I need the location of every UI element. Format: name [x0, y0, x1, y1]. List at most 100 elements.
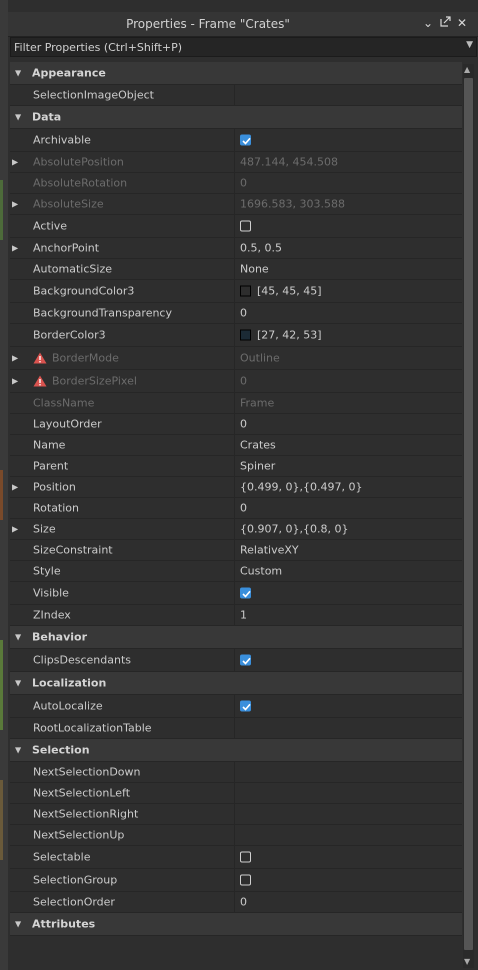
property-row[interactable]: Style Custom — [10, 561, 462, 582]
scrollbar-thumb[interactable] — [464, 78, 473, 950]
property-row[interactable]: ClipsDescendants — [10, 649, 462, 672]
property-value[interactable] — [240, 587, 251, 599]
property-value[interactable] — [240, 220, 251, 232]
column-divider[interactable] — [234, 498, 235, 518]
property-value[interactable]: 1 — [240, 609, 247, 622]
property-row[interactable]: NextSelectionUp — [10, 825, 462, 846]
scrollbar[interactable]: ▲ ▼ — [463, 64, 474, 968]
column-divider[interactable] — [234, 892, 235, 912]
section-header[interactable]: ▼ Attributes — [10, 913, 462, 936]
expand-arrow-icon[interactable]: ▶ — [12, 354, 18, 363]
column-divider[interactable] — [234, 718, 235, 738]
collapse-arrow-icon[interactable]: ▼ — [15, 113, 21, 122]
column-divider[interactable] — [234, 456, 235, 476]
checkbox-checked[interactable] — [240, 134, 251, 146]
property-value[interactable]: 0.5, 0.5 — [240, 242, 282, 255]
filter-input[interactable] — [14, 39, 454, 55]
collapse-arrow-icon[interactable]: ▼ — [15, 920, 21, 929]
color-swatch[interactable] — [240, 329, 251, 341]
property-value[interactable] — [240, 654, 251, 666]
property-row[interactable]: Selectable — [10, 846, 462, 869]
column-divider[interactable] — [234, 435, 235, 455]
column-divider[interactable] — [234, 370, 235, 392]
column-divider[interactable] — [234, 783, 235, 803]
property-value[interactable]: [27, 42, 53] — [240, 329, 322, 342]
checkbox-checked[interactable] — [240, 700, 251, 712]
section-header[interactable]: ▼ Data — [10, 106, 462, 129]
column-divider[interactable] — [234, 540, 235, 560]
property-row[interactable]: ▶ Size {0.907, 0},{0.8, 0} — [10, 519, 462, 540]
checkbox-checked[interactable] — [240, 654, 251, 666]
column-divider[interactable] — [234, 649, 235, 671]
property-row[interactable]: Name Crates — [10, 435, 462, 456]
column-divider[interactable] — [234, 173, 235, 193]
property-value[interactable]: 0 — [240, 307, 247, 320]
column-divider[interactable] — [234, 238, 235, 258]
collapse-arrow-icon[interactable]: ▼ — [15, 69, 21, 78]
property-value[interactable] — [240, 700, 251, 712]
property-value[interactable]: Spiner — [240, 460, 275, 473]
property-row[interactable]: RootLocalizationTable — [10, 718, 462, 739]
property-value[interactable]: [45, 45, 45] — [240, 285, 322, 298]
property-value[interactable]: 0 — [240, 418, 247, 431]
expand-arrow-icon[interactable]: ▶ — [12, 525, 18, 534]
property-row[interactable]: ▶ Position {0.499, 0},{0.497, 0} — [10, 477, 462, 498]
chevron-down-icon[interactable]: ⌄ — [421, 16, 435, 30]
property-row[interactable]: Active — [10, 215, 462, 238]
section-header[interactable]: ▼ Appearance — [10, 62, 462, 85]
property-row[interactable]: LayoutOrder 0 — [10, 414, 462, 435]
expand-arrow-icon[interactable]: ▶ — [12, 200, 18, 209]
property-row[interactable]: Archivable — [10, 129, 462, 152]
collapse-arrow-icon[interactable]: ▼ — [15, 679, 21, 688]
color-swatch[interactable] — [240, 285, 251, 297]
collapse-arrow-icon[interactable]: ▼ — [15, 633, 21, 642]
property-row[interactable]: AbsoluteRotation 0 — [10, 173, 462, 194]
property-value[interactable]: {0.907, 0},{0.8, 0} — [240, 523, 348, 536]
property-value[interactable]: 0 — [240, 896, 247, 909]
property-row[interactable]: ClassName Frame — [10, 393, 462, 414]
column-divider[interactable] — [234, 129, 235, 151]
property-row[interactable]: NextSelectionDown — [10, 762, 462, 783]
property-row[interactable]: ▶ AbsoluteSize 1696.583, 303.588 — [10, 194, 462, 215]
expand-arrow-icon[interactable]: ▶ — [12, 483, 18, 492]
property-row[interactable]: Rotation 0 — [10, 498, 462, 519]
column-divider[interactable] — [234, 519, 235, 539]
column-divider[interactable] — [234, 762, 235, 782]
column-divider[interactable] — [234, 85, 235, 105]
column-divider[interactable] — [234, 259, 235, 279]
column-divider[interactable] — [234, 605, 235, 625]
expand-arrow-icon[interactable]: ▶ — [12, 158, 18, 167]
property-value[interactable]: {0.499, 0},{0.497, 0} — [240, 481, 362, 494]
checkbox-unchecked[interactable] — [240, 851, 251, 863]
property-row[interactable]: ▶ BorderMode Outline — [10, 347, 462, 370]
column-divider[interactable] — [234, 825, 235, 845]
property-row[interactable]: SelectionImageObject — [10, 85, 462, 106]
property-row[interactable]: NextSelectionRight — [10, 804, 462, 825]
filter-dropdown-icon[interactable]: ▼ — [466, 40, 473, 50]
close-icon[interactable]: ✕ — [455, 16, 469, 30]
expand-arrow-icon[interactable]: ▶ — [12, 377, 18, 386]
scroll-up-icon[interactable]: ▲ — [464, 65, 470, 74]
collapse-arrow-icon[interactable]: ▼ — [15, 746, 21, 755]
property-row[interactable]: Visible — [10, 582, 462, 605]
property-row[interactable]: NextSelectionLeft — [10, 783, 462, 804]
checkbox-unchecked[interactable] — [240, 220, 251, 232]
property-row[interactable]: AutoLocalize — [10, 695, 462, 718]
column-divider[interactable] — [234, 303, 235, 323]
property-value[interactable]: RelativeXY — [240, 544, 299, 557]
column-divider[interactable] — [234, 194, 235, 214]
section-header[interactable]: ▼ Selection — [10, 739, 462, 762]
property-row[interactable]: BackgroundTransparency 0 — [10, 303, 462, 324]
property-value[interactable] — [240, 851, 251, 863]
column-divider[interactable] — [234, 324, 235, 346]
property-row[interactable]: AutomaticSize None — [10, 259, 462, 280]
property-row[interactable]: BackgroundColor3 [45, 45, 45] — [10, 280, 462, 303]
column-divider[interactable] — [234, 414, 235, 434]
property-value[interactable]: Custom — [240, 565, 282, 578]
column-divider[interactable] — [234, 393, 235, 413]
property-row[interactable]: SelectionGroup — [10, 869, 462, 892]
column-divider[interactable] — [234, 695, 235, 717]
property-value[interactable] — [240, 874, 251, 886]
property-row[interactable]: ▶ AbsolutePosition 487.144, 454.508 — [10, 152, 462, 173]
column-divider[interactable] — [234, 280, 235, 302]
